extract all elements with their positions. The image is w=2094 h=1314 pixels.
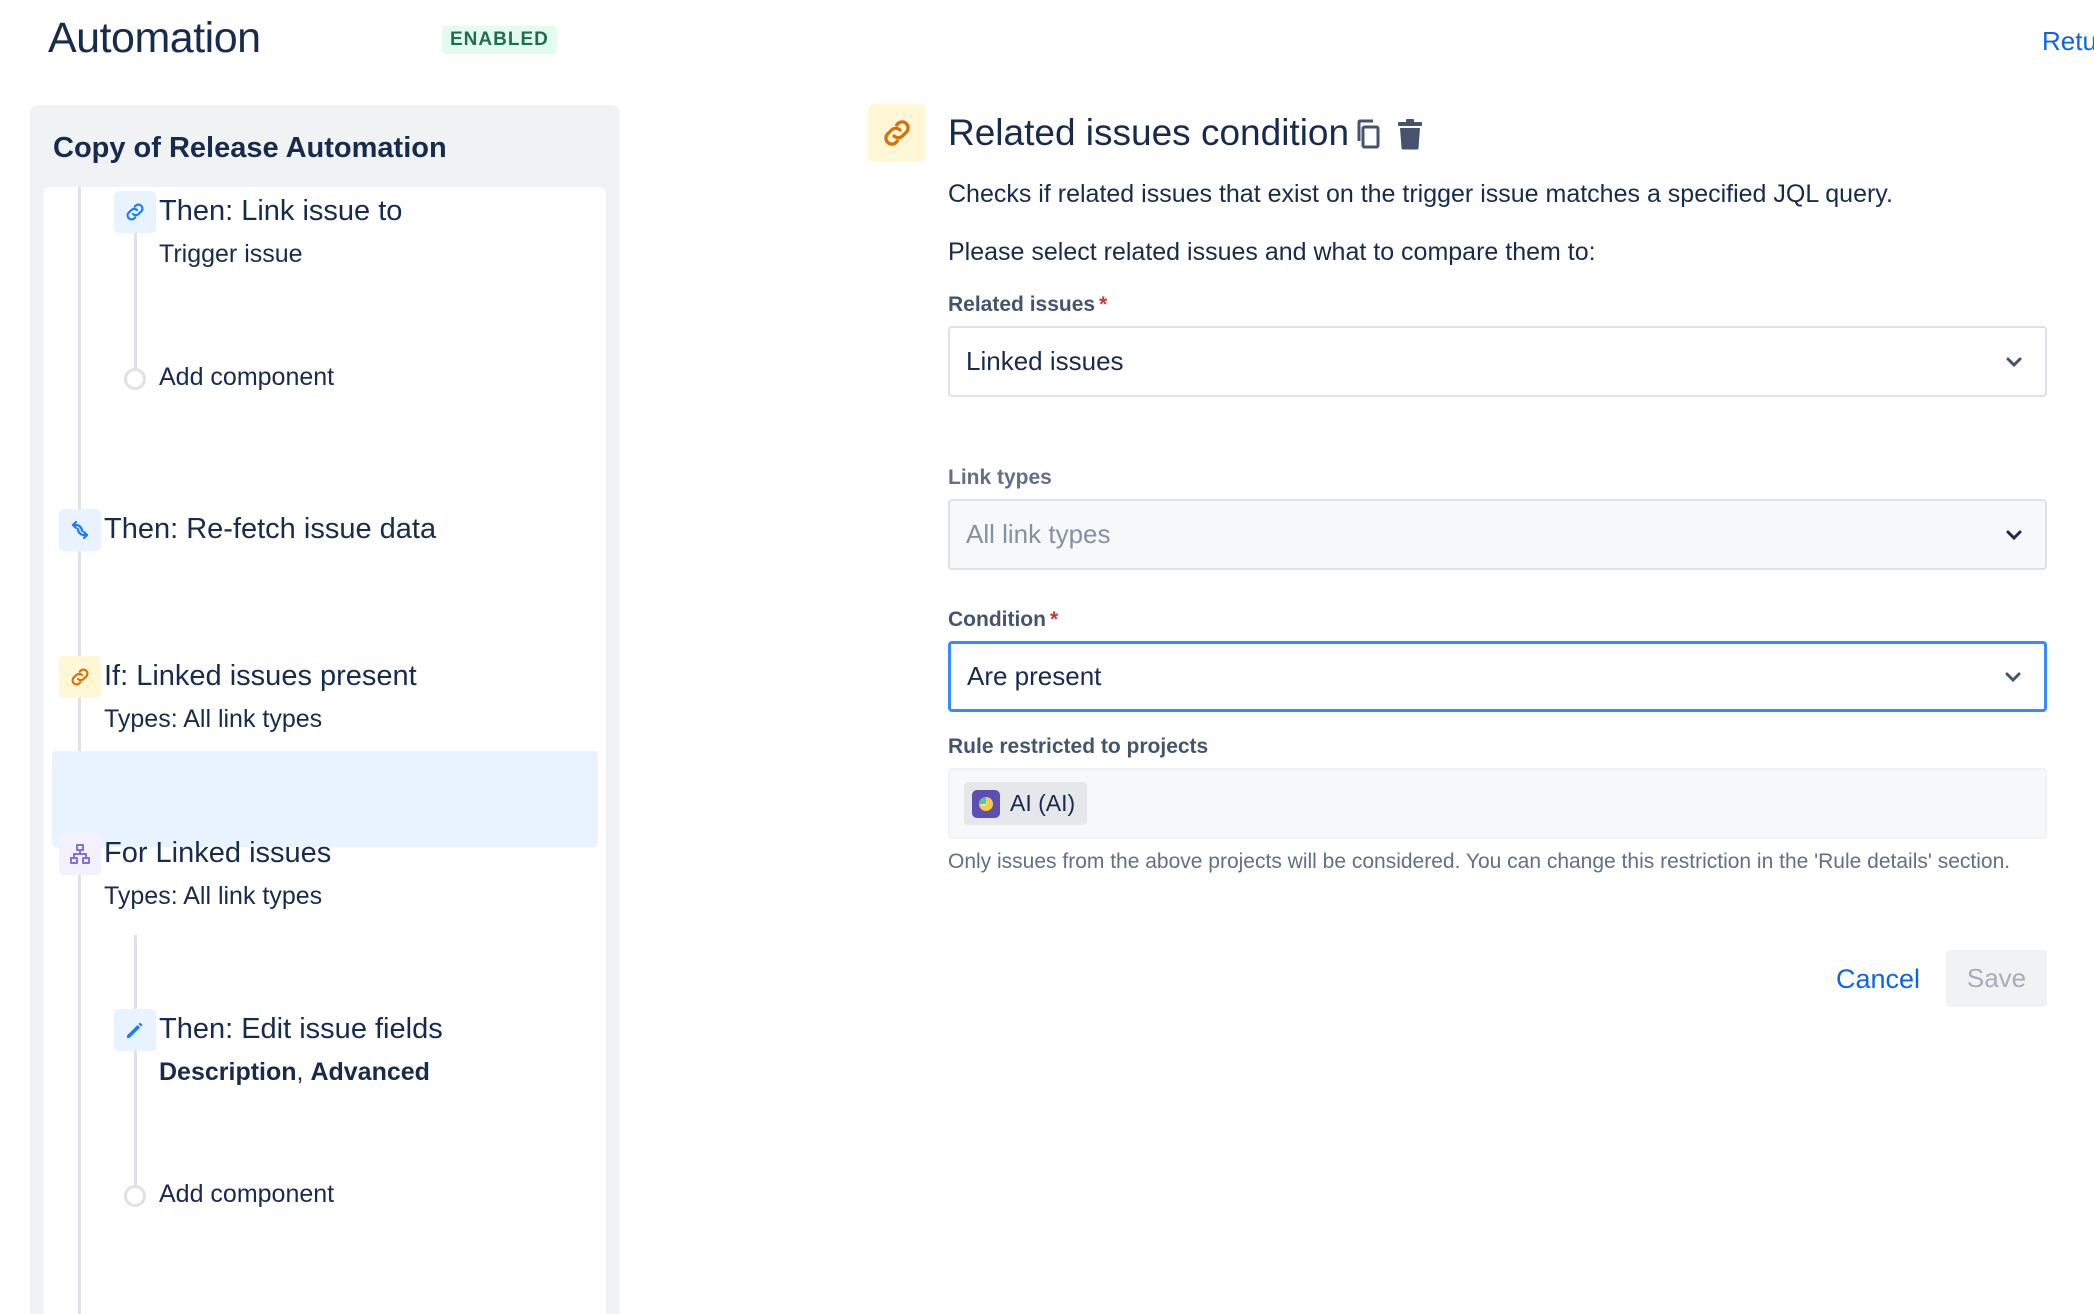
step-subtitle: Types: All link types xyxy=(104,705,323,733)
step-subtitle: Types: All link types xyxy=(104,882,323,910)
step-title: Then: Re-fetch issue data xyxy=(104,513,437,545)
add-component-label: Add component xyxy=(159,363,335,391)
required-mark: * xyxy=(1099,293,1108,316)
field-name: Advanced xyxy=(310,1058,430,1086)
project-chip: AI (AI) xyxy=(964,782,1088,825)
add-dot-icon xyxy=(124,368,146,390)
related-issues-select[interactable]: Linked issues xyxy=(948,326,2047,397)
step-title: Then: Link issue to xyxy=(159,195,403,227)
page-title: Automation xyxy=(48,14,261,62)
label-text: Condition xyxy=(948,608,1046,631)
condition-label: Condition * xyxy=(948,608,1058,632)
projects-field: AI (AI) xyxy=(948,768,2047,839)
projects-help-text: Only issues from the above projects will… xyxy=(948,850,2011,873)
chevron-down-icon xyxy=(2006,357,2022,367)
rule-sidebar: Copy of Release Automation Then: Link is… xyxy=(30,105,620,1314)
project-avatar-icon xyxy=(972,789,1000,818)
field-name: Description xyxy=(159,1058,297,1086)
pencil-icon xyxy=(114,1009,156,1051)
select-value: All link types xyxy=(966,519,1111,549)
component-title: Related issues condition xyxy=(948,112,1350,153)
component-instruction: Please select related issues and what to… xyxy=(948,238,1596,266)
save-button[interactable]: Save xyxy=(1946,950,2047,1007)
trash-icon[interactable] xyxy=(1392,116,1428,152)
branch-icon xyxy=(59,833,101,875)
component-description: Checks if related issues that exist on t… xyxy=(948,180,1893,208)
step-subtitle: Trigger issue xyxy=(159,240,303,268)
nested-flow-line xyxy=(134,217,137,387)
status-badge: ENABLED xyxy=(442,26,557,54)
return-link[interactable]: Retu xyxy=(2042,26,2094,57)
add-dot-icon xyxy=(124,1185,146,1207)
add-component-label: Add component xyxy=(159,1180,335,1208)
step-title: If: Linked issues present xyxy=(104,660,417,692)
cancel-button[interactable]: Cancel xyxy=(1828,951,1928,1007)
refresh-icon xyxy=(59,509,101,551)
link-icon xyxy=(114,191,156,233)
field-separator: , xyxy=(296,1058,311,1086)
nested-flow-line xyxy=(134,935,137,1193)
step-title: For Linked issues xyxy=(104,837,332,869)
chevron-down-icon xyxy=(2005,672,2021,682)
step-title: Then: Edit issue fields xyxy=(159,1013,443,1045)
chevron-down-icon xyxy=(2006,530,2022,540)
selected-step-highlight xyxy=(52,751,598,847)
copy-icon[interactable] xyxy=(1350,116,1386,152)
link-icon xyxy=(868,104,926,162)
select-value: Linked issues xyxy=(966,346,1124,376)
link-types-label: Link types xyxy=(948,466,1052,489)
step-subtitle: Description, Advanced xyxy=(159,1058,430,1087)
label-text: Related issues xyxy=(948,293,1096,316)
select-value: Are present xyxy=(967,661,1102,691)
related-issues-label: Related issues * xyxy=(948,293,1107,317)
project-name: AI (AI) xyxy=(1010,790,1076,816)
link-icon xyxy=(59,656,101,698)
link-types-select[interactable]: All link types xyxy=(948,499,2047,570)
required-mark: * xyxy=(1049,608,1059,631)
projects-label: Rule restricted to projects xyxy=(948,735,1209,758)
rule-steps-list: Then: Link issue to Trigger issue Add co… xyxy=(44,187,606,1314)
rule-name: Copy of Release Automation xyxy=(53,132,447,164)
condition-select[interactable]: Are present xyxy=(948,641,2047,712)
